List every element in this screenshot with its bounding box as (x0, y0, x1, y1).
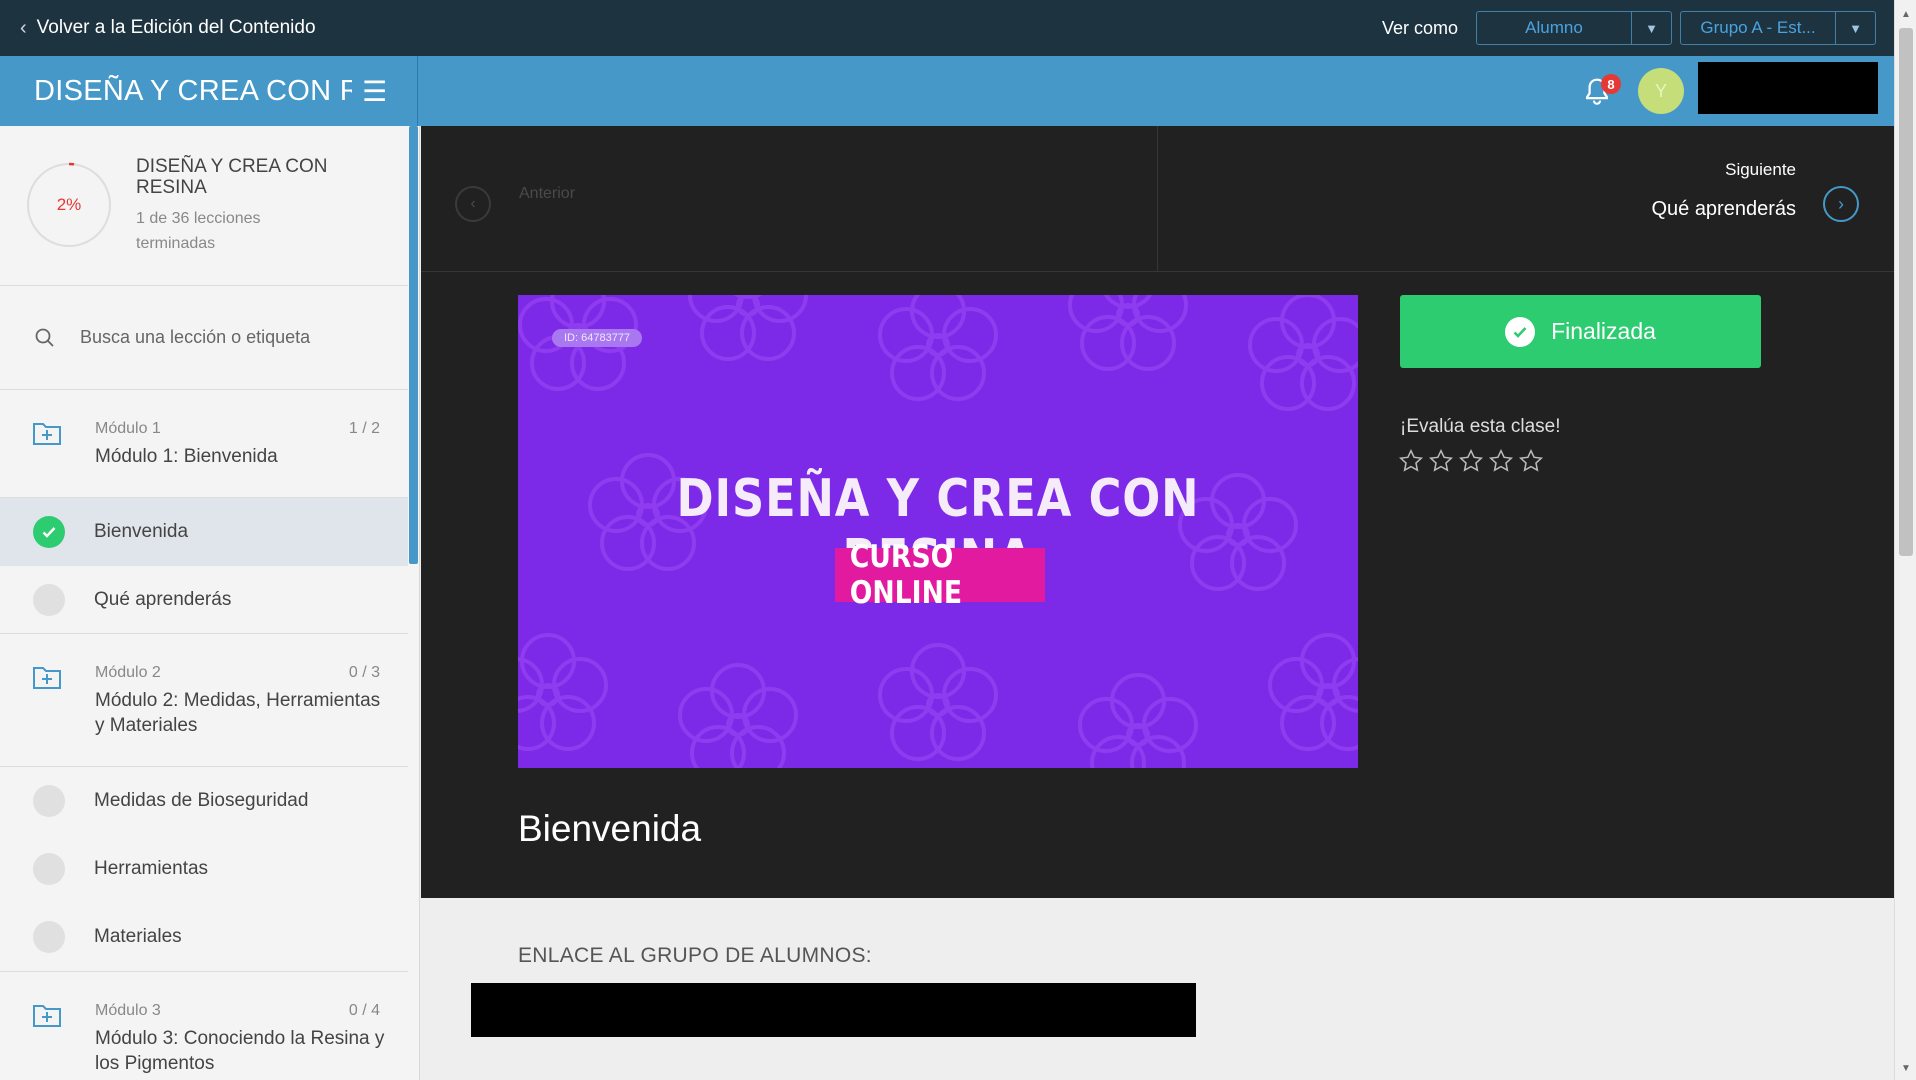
check-circle-icon (1505, 316, 1536, 347)
lesson-item-que-aprenderas[interactable]: Qué aprenderás (0, 566, 408, 634)
redacted-group-link (471, 983, 1196, 1037)
lesson-navigation: ‹ Anterior Siguiente Qué aprenderás › (421, 126, 1894, 272)
next-label: Siguiente (1725, 160, 1796, 179)
module-number: Módulo 3 (95, 1002, 161, 1019)
video-subtitle-text: CURSO ONLINE (849, 539, 963, 611)
module-title: Módulo 2: Medidas, Herramientas y Materi… (95, 690, 381, 736)
incomplete-circle-icon (33, 785, 65, 817)
module-progress-count: 0 / 4 (348, 1002, 380, 1019)
next-lesson-title[interactable]: Qué aprenderás (1651, 198, 1796, 221)
view-as-label: Ver como (1381, 17, 1458, 38)
lesson-title: Bienvenida (518, 808, 702, 849)
role-dropdown[interactable]: Alumno ▼ (1476, 11, 1672, 45)
group-dropdown-value: Grupo A - Est... (1700, 18, 1816, 37)
incomplete-circle-icon (33, 584, 65, 616)
star-icon[interactable] (1518, 448, 1548, 474)
search-input[interactable] (80, 327, 380, 348)
star-icon[interactable] (1428, 448, 1458, 474)
module-title: Módulo 3: Conociendo la Resina y los Pig… (95, 1028, 385, 1074)
folder-plus-icon (33, 667, 61, 689)
chevron-left-circle-icon: ‹ (455, 186, 491, 222)
back-link-label: Volver a la Edición del Contenido (36, 17, 316, 38)
lesson-item-herramientas[interactable]: Herramientas (0, 835, 408, 903)
admin-topbar: ‹ Volver a la Edición del Contenido Ver … (0, 0, 1894, 56)
role-dropdown-value: Alumno (1525, 18, 1583, 37)
scroll-down-arrow-icon[interactable]: ▼ (1895, 1058, 1916, 1078)
caret-down-icon[interactable]: ▼ (1835, 12, 1875, 44)
video-subtitle-banner: CURSO ONLINE (835, 539, 1045, 611)
chevron-left-icon: ‹ (20, 16, 27, 39)
student-group-link-label: ENLACE AL GRUPO DE ALUMNOS: (518, 944, 872, 967)
star-icon[interactable] (1488, 448, 1518, 474)
course-header-title-area: DISEÑA Y CREA CON RESINA ☰ (0, 56, 418, 126)
module-header[interactable]: Módulo 3 0 / 4 Módulo 3: Conociendo la R… (0, 972, 408, 1080)
avatar[interactable]: Y (1638, 68, 1684, 114)
lessons-completed-text: 1 de 36 lecciones terminadas (136, 210, 261, 252)
caret-down-icon[interactable]: ▼ (1631, 12, 1671, 44)
module-progress-count: 0 / 3 (348, 664, 380, 681)
star-icon[interactable] (1398, 448, 1428, 474)
module-header[interactable]: Módulo 1 1 / 2 Módulo 1: Bienvenida (0, 390, 408, 498)
lesson-label: Materiales (94, 926, 182, 947)
incomplete-circle-icon (33, 853, 65, 885)
star-rating (1398, 448, 1548, 474)
group-dropdown[interactable]: Grupo A - Est... ▼ (1680, 11, 1876, 45)
folder-plus-icon (33, 423, 61, 445)
sidebar-scrollbar-thumb[interactable] (409, 126, 418, 564)
scroll-up-arrow-icon[interactable]: ▲ (1895, 4, 1916, 24)
search-icon (35, 328, 54, 347)
module-number: Módulo 2 (95, 664, 161, 681)
course-title: DISEÑA Y CREA CON RESINA (34, 74, 352, 107)
lesson-item-materiales[interactable]: Materiales (0, 903, 408, 971)
lesson-label: Medidas de Bioseguridad (94, 790, 309, 811)
module-title: Módulo 1: Bienvenida (95, 446, 278, 467)
video-id-badge: ID: 64783777 (552, 329, 643, 347)
course-header: DISEÑA Y CREA CON RESINA ☰ 8 Y (0, 56, 1894, 126)
redacted-user-name (1698, 62, 1878, 114)
video-player[interactable]: ID: 64783777 DISEÑA Y CREA CON RESINA CU… (518, 295, 1358, 768)
lesson-item-bienvenida[interactable]: Bienvenida (0, 498, 408, 566)
lesson-label: Bienvenida (94, 521, 189, 542)
lesson-label: Herramientas (94, 858, 209, 879)
lesson-completed-label: Finalizada (1551, 318, 1656, 344)
lesson-search (0, 286, 408, 390)
lesson-item-medidas-bioseguridad[interactable]: Medidas de Bioseguridad (0, 767, 408, 835)
module-number: Módulo 1 (95, 420, 161, 437)
star-icon[interactable] (1458, 448, 1488, 474)
hamburger-menu-icon[interactable]: ☰ (362, 75, 387, 108)
progress-course-title: DISEÑA Y CREA CON RESINA (136, 156, 328, 198)
scrollbar-thumb[interactable] (1899, 28, 1913, 556)
lesson-sidebar: 2% DISEÑA Y CREA CON RESINA 1 de 36 lecc… (0, 126, 420, 1080)
previous-lesson: ‹ Anterior (421, 126, 1158, 272)
incomplete-circle-icon (33, 921, 65, 953)
module-header[interactable]: Módulo 2 0 / 3 Módulo 2: Medidas, Herram… (0, 634, 408, 767)
lesson-completed-button[interactable]: Finalizada (1400, 295, 1761, 368)
previous-label: Anterior (519, 185, 576, 202)
rate-lesson-label: ¡Evalúa esta clase! (1400, 416, 1561, 437)
check-circle-icon (33, 516, 65, 548)
chevron-right-circle-icon[interactable]: › (1823, 186, 1859, 222)
course-progress: 2% DISEÑA Y CREA CON RESINA 1 de 36 lecc… (0, 126, 408, 286)
notification-badge: 8 (1601, 74, 1621, 94)
back-to-edit-link[interactable]: ‹ Volver a la Edición del Contenido (20, 17, 316, 40)
module-progress-count: 1 / 2 (348, 420, 380, 437)
lesson-label: Qué aprenderás (94, 589, 232, 610)
folder-plus-icon (33, 1005, 61, 1027)
view-as-controls: Ver como Alumno ▼ Grupo A - Est... ▼ (1382, 11, 1876, 45)
lesson-player-area: ‹ Anterior Siguiente Qué aprenderás › ID… (421, 126, 1894, 898)
page-scrollbar[interactable]: ▲ ▼ (1894, 0, 1916, 1080)
progress-percent: 2% (56, 195, 82, 214)
